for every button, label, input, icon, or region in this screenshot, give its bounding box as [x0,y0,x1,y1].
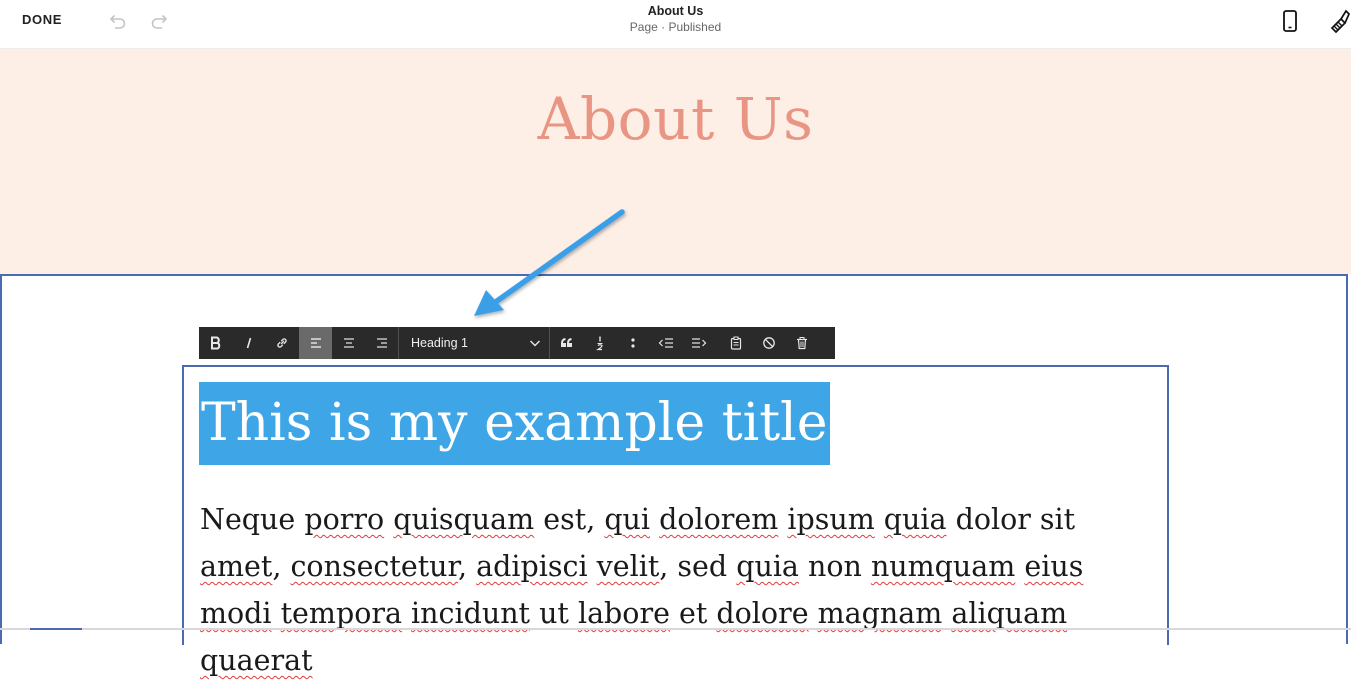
paste-plain-text-icon [730,336,741,350]
align-left-button[interactable] [299,327,332,359]
body-text-run: et [669,597,717,630]
body-text-run: ut [530,597,578,630]
body-text-run [272,597,281,630]
body-text-run [778,503,787,536]
indent-icon [691,338,706,348]
delete-block-button[interactable] [785,327,818,359]
body-text-run [295,503,304,536]
align-center-button[interactable] [332,327,365,359]
indent-button[interactable] [682,327,715,359]
body-text-run: , [272,550,291,583]
blockquote-icon [560,338,572,347]
misspelled-word: quisquam [393,503,535,536]
link-icon [276,338,287,348]
body-paragraph[interactable]: Neque porro quisquam est, qui dolorem ip… [200,496,1160,684]
body-text-run [1015,550,1024,583]
page-title-area: About Us Page · Published [0,4,1351,35]
body-text-run: , sed [659,550,737,583]
header-heading[interactable]: About Us [0,85,1351,153]
chevron-down-icon [530,340,540,347]
italic-button[interactable] [232,327,265,359]
misspelled-word: velit [596,550,660,583]
body-text-run: , [458,550,477,583]
bulleted-list-button[interactable] [616,327,649,359]
text-formatting-toolbar: Heading 1 [199,327,835,359]
body-text-run [809,597,818,630]
misspelled-word: eius [1024,550,1084,583]
body-text-run [875,503,884,536]
page-title: About Us [647,4,704,18]
blockquote-button[interactable] [550,327,583,359]
misspelled-word: magnam [817,597,943,630]
block-format-select[interactable]: Heading 1 [399,327,549,359]
align-right-icon [376,338,387,348]
misspelled-word: tempora [280,597,402,630]
trash-icon [796,337,807,350]
align-center-icon [343,338,354,348]
body-text-run [942,597,951,630]
paste-plain-text-button[interactable] [719,327,752,359]
body-text-run [588,550,597,583]
bold-icon [210,336,220,350]
italic-icon [246,337,251,349]
bold-button[interactable] [199,327,232,359]
clear-formatting-button[interactable] [752,327,785,359]
misspelled-word: qui [604,503,651,536]
misspelled-word: aliquam [951,597,1068,630]
misspelled-word: quia [883,503,947,536]
numbered-list-button[interactable] [583,327,616,359]
body-text-run: Neque [200,503,296,536]
page-header-section[interactable]: About Us [0,49,1351,274]
misspelled-word: incidunt [411,597,531,630]
site-styles-icon[interactable] [1326,8,1350,34]
body-text-run: est, [534,503,605,536]
body-text-run [650,503,659,536]
editor-top-bar: DONE About Us Page · Published [0,0,1351,49]
mobile-preview-icon[interactable] [1280,9,1300,33]
align-left-icon [310,338,321,348]
body-text-run: non [798,550,871,583]
misspelled-word: modi [200,597,272,630]
block-format-value: Heading 1 [411,336,468,350]
numbered-list-icon [595,336,603,351]
misspelled-word: quia [736,550,799,583]
clear-formatting-icon [762,337,775,349]
misspelled-word: amet [200,550,273,583]
misspelled-word: adipisci [476,550,588,583]
page-status: Page · Published [629,20,722,34]
misspelled-word: quaerat [200,644,313,677]
misspelled-word: numquam [870,550,1016,583]
link-button[interactable] [265,327,298,359]
misspelled-word: dolorem [659,503,779,536]
body-text-run [402,597,411,630]
misspelled-word: labore [577,597,670,630]
align-right-button[interactable] [365,327,398,359]
outdent-icon [658,338,673,348]
misspelled-word: porro [304,503,385,536]
outdent-button[interactable] [649,327,682,359]
body-text-run: dolor sit [946,503,1076,536]
selected-heading-text[interactable]: This is my example title [199,382,830,465]
misspelled-word: ipsum [787,503,875,536]
body-text-run [384,503,393,536]
misspelled-word: consectetur [290,550,459,583]
bulleted-list-icon [630,338,635,348]
misspelled-word: dolore [716,597,809,630]
